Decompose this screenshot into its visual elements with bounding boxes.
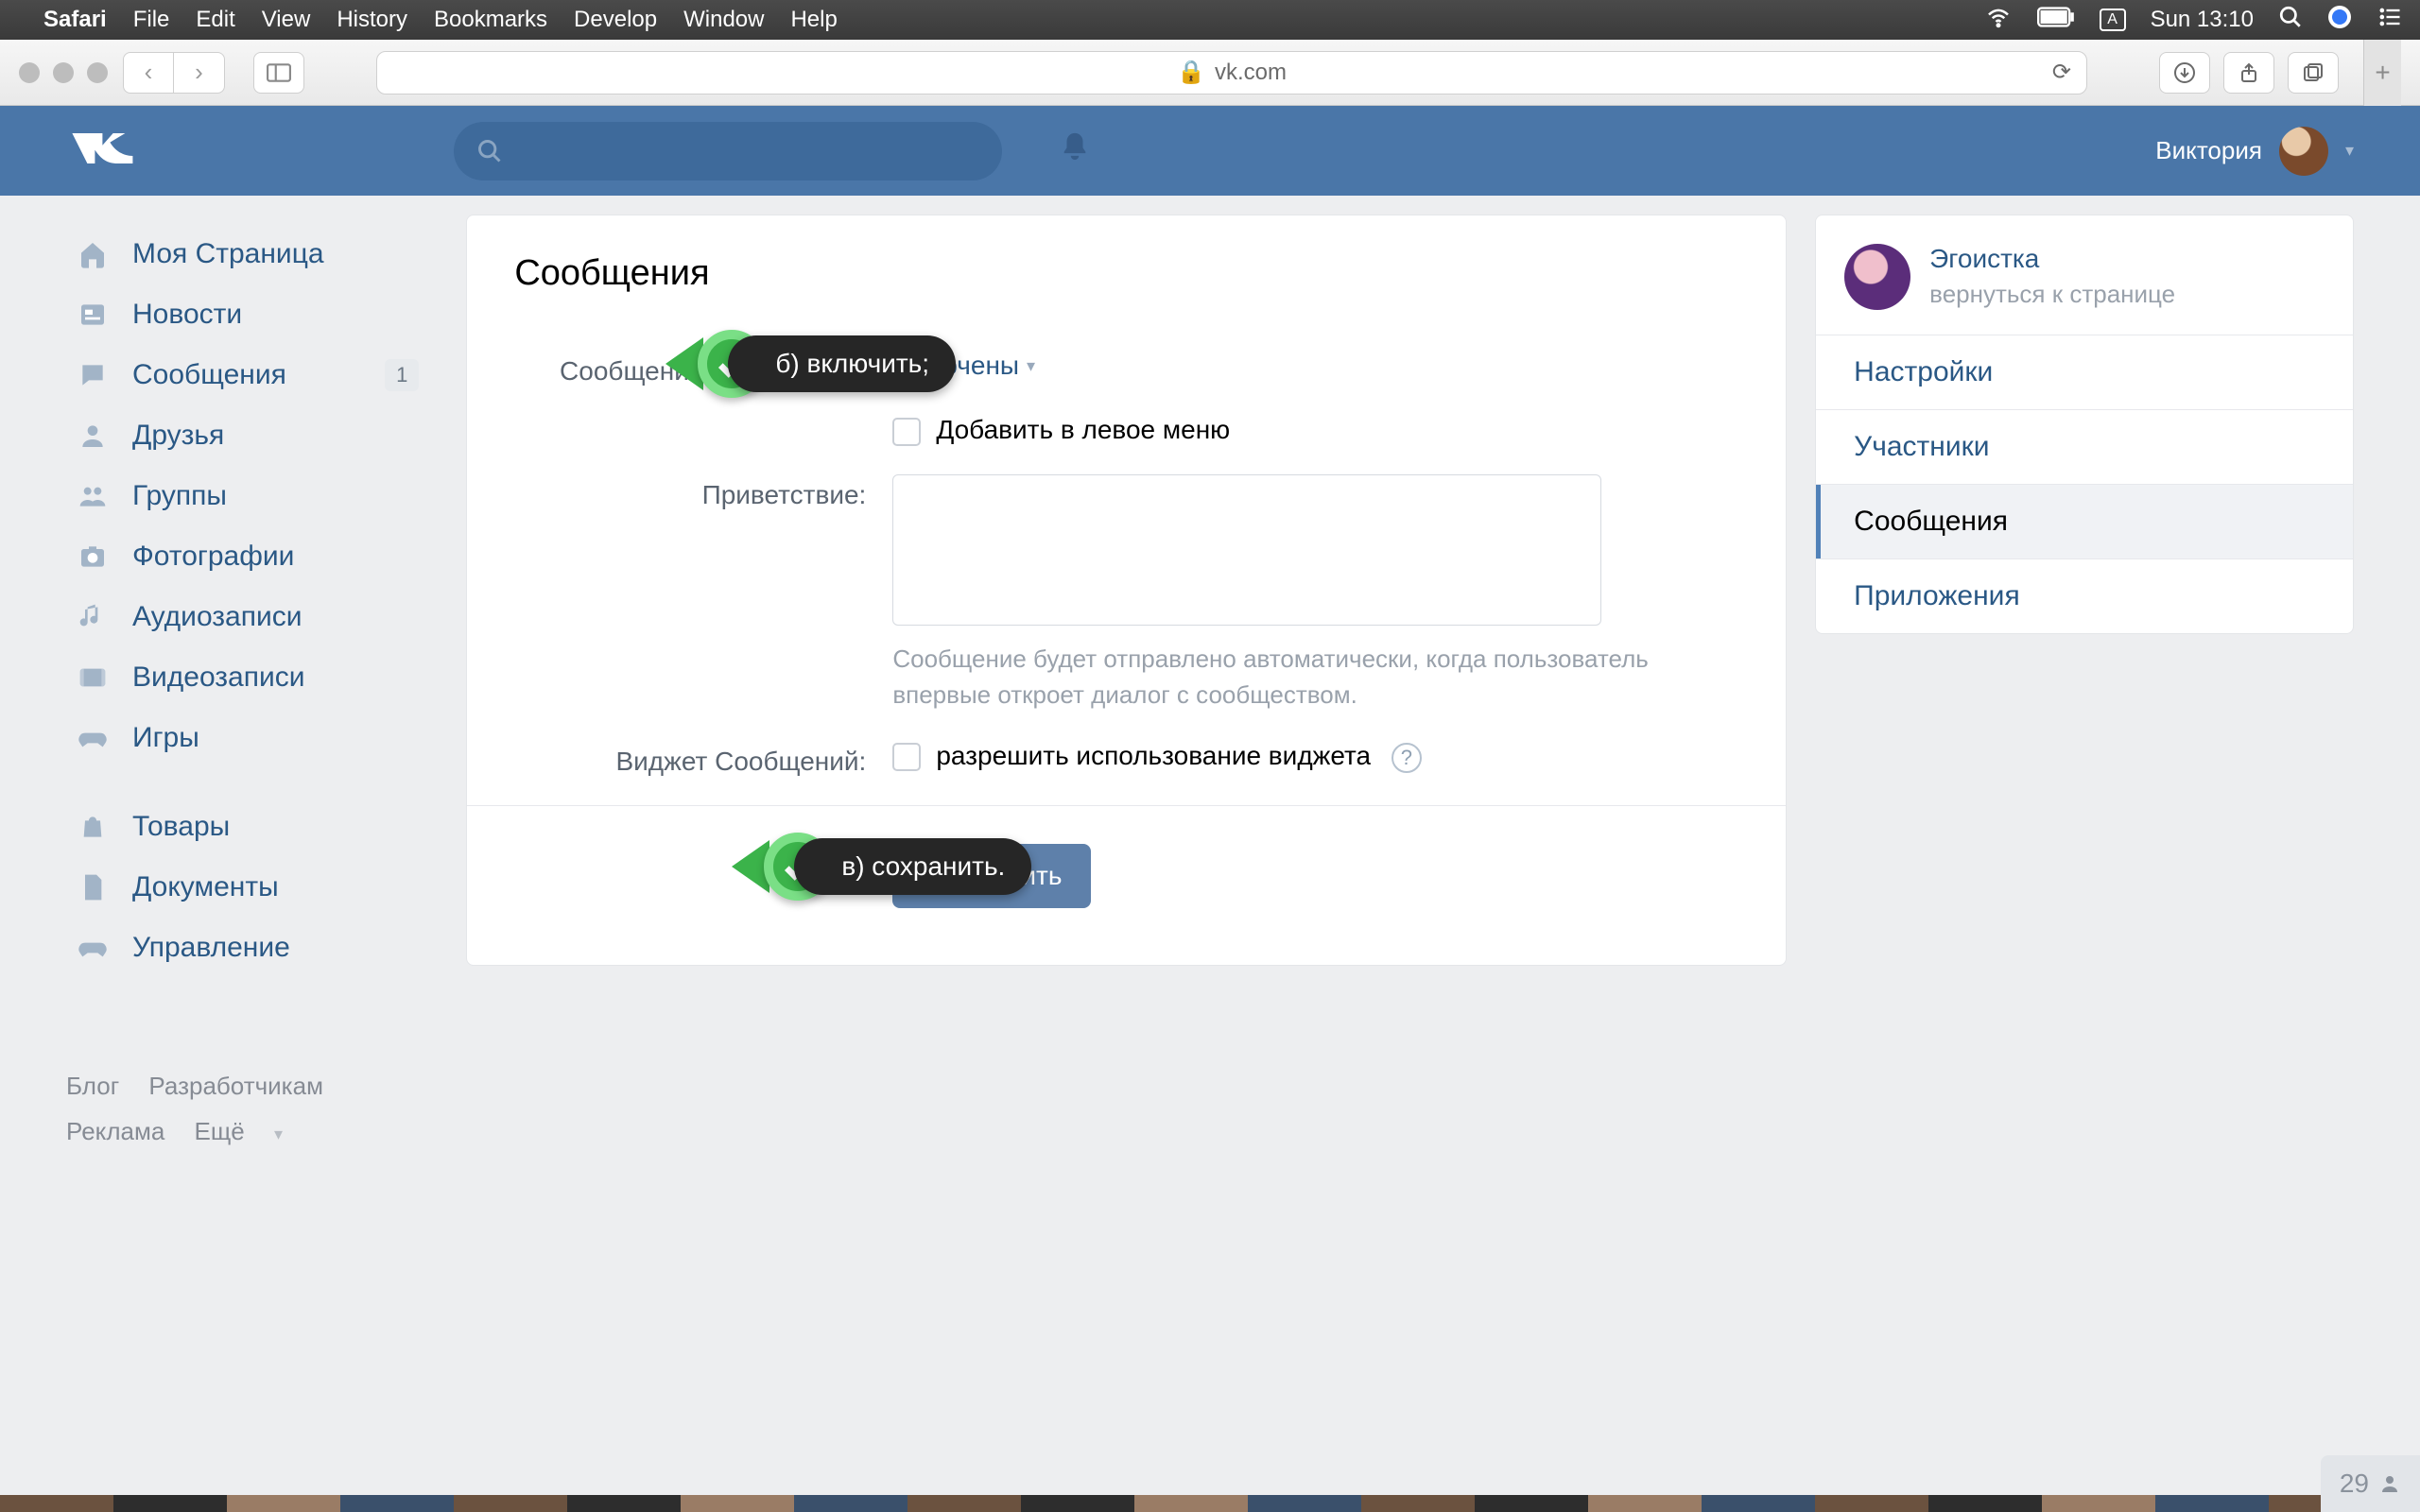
annotation-c: в) сохранить. [732, 833, 1031, 901]
footer-developers[interactable]: Разработчикам [148, 1072, 323, 1100]
url-field[interactable]: 🔒 vk.com ⟳ [376, 51, 2087, 94]
tabs-button[interactable] [2288, 52, 2339, 94]
user-name: Виктория [2155, 136, 2262, 165]
sidebar-item-members[interactable]: Участники [1816, 410, 2353, 484]
menu-history[interactable]: History [337, 7, 407, 33]
new-tab-button[interactable]: + [2363, 40, 2401, 106]
battery-icon[interactable] [2037, 7, 2075, 34]
photos-icon [76, 540, 110, 574]
menu-bookmarks[interactable]: Bookmarks [434, 7, 547, 33]
menu-view[interactable]: View [262, 7, 311, 33]
reload-icon[interactable]: ⟳ [2052, 59, 2071, 86]
online-count[interactable]: 29 [2321, 1455, 2420, 1512]
groups-icon [76, 479, 110, 513]
settings-content: Сообщения Сообщения сообщества: Включены… [466, 215, 1787, 966]
nav-games[interactable]: Игры [66, 708, 419, 768]
vk-logo[interactable] [66, 127, 142, 175]
macos-menubar: Safari File Edit View History Bookmarks … [0, 0, 2420, 40]
share-button[interactable] [2223, 52, 2274, 94]
page-title: Сообщения [514, 253, 1738, 294]
nav-market[interactable]: Товары [66, 797, 419, 857]
search-icon [476, 138, 503, 164]
app-name[interactable]: Safari [43, 7, 107, 33]
left-nav: Моя Страница Новости Сообщения1 Друзья Г… [66, 215, 419, 1512]
forward-button[interactable]: › [174, 52, 225, 94]
vk-header: Виктория ▾ [0, 106, 2420, 196]
messages-icon [76, 358, 110, 392]
chevron-down-icon: ▾ [2345, 141, 2354, 161]
nav-video[interactable]: Видеозаписи [66, 647, 419, 708]
sidebar-item-messages[interactable]: Сообщения [1816, 485, 2353, 558]
input-source-icon[interactable]: A [2100, 9, 2126, 31]
nav-news[interactable]: Новости [66, 284, 419, 345]
nav-my-page[interactable]: Моя Страница [66, 224, 419, 284]
docs-icon [76, 870, 110, 904]
nav-docs[interactable]: Документы [66, 857, 419, 918]
sidebar-item-apps[interactable]: Приложения [1816, 559, 2353, 633]
footer-more[interactable]: Ещё ▾ [195, 1117, 305, 1145]
community-title[interactable]: Эгоистка [1929, 244, 2175, 274]
lbl-widget: Виджет Сообщений: [514, 741, 892, 777]
spotlight-icon[interactable] [2278, 5, 2303, 36]
nav-audio[interactable]: Аудиозаписи [66, 587, 419, 647]
lock-icon: 🔒 [1177, 59, 1205, 86]
avatar [2279, 127, 2328, 176]
url-host: vk.com [1215, 60, 1287, 86]
home-icon [76, 237, 110, 271]
chevron-down-icon: ▾ [1027, 356, 1035, 376]
audio-icon [76, 600, 110, 634]
footer-ads[interactable]: Реклама [66, 1117, 164, 1145]
sidebar-button[interactable] [253, 52, 304, 94]
greeting-textarea[interactable] [892, 474, 1601, 626]
manage-icon [76, 931, 110, 965]
settings-sidebar: Эгоистка вернуться к странице Настройки … [1815, 215, 2354, 634]
notifications-icon[interactable] [1059, 130, 1091, 171]
messages-badge: 1 [385, 359, 419, 391]
menu-edit[interactable]: Edit [196, 7, 234, 33]
greeting-hint: Сообщение будет отправлено автоматически… [892, 641, 1649, 713]
thumbnail-strip [0, 1495, 2420, 1512]
user-menu[interactable]: Виктория ▾ [2155, 127, 2354, 176]
menu-help[interactable]: Help [790, 7, 837, 33]
nav-manage[interactable]: Управление [66, 918, 419, 978]
page-body: Моя Страница Новости Сообщения1 Друзья Г… [0, 196, 2420, 1512]
video-icon [76, 661, 110, 695]
community-back-link[interactable]: вернуться к странице [1929, 280, 2175, 309]
nav-messages[interactable]: Сообщения1 [66, 345, 419, 405]
clock[interactable]: Sun 13:10 [2151, 7, 2254, 33]
friends-icon [76, 419, 110, 453]
search-input[interactable] [454, 122, 1002, 180]
safari-toolbar: ‹ › 🔒 vk.com ⟳ + [0, 40, 2420, 106]
footer-links: Блог Разработчикам Реклама Ещё ▾ [66, 1063, 419, 1157]
menu-develop[interactable]: Develop [574, 7, 657, 33]
back-button[interactable]: ‹ [123, 52, 174, 94]
person-icon [2378, 1472, 2401, 1495]
widget-checkbox[interactable]: разрешить использование виджета [892, 741, 1371, 770]
window-controls[interactable] [19, 62, 108, 83]
nav-groups[interactable]: Группы [66, 466, 419, 526]
annotation-b: б) включить; [666, 330, 956, 398]
nav-friends[interactable]: Друзья [66, 405, 419, 466]
market-icon [76, 810, 110, 844]
nav-photos[interactable]: Фотографии [66, 526, 419, 587]
menu-file[interactable]: File [133, 7, 170, 33]
games-icon [76, 721, 110, 755]
wifi-icon[interactable] [1984, 3, 2013, 38]
footer-blog[interactable]: Блог [66, 1072, 119, 1100]
community-avatar [1844, 244, 1910, 310]
news-icon [76, 298, 110, 332]
downloads-button[interactable] [2159, 52, 2210, 94]
siri-icon[interactable] [2327, 5, 2352, 36]
help-icon[interactable]: ? [1392, 743, 1422, 773]
menu-window[interactable]: Window [683, 7, 764, 33]
sidebar-item-settings[interactable]: Настройки [1816, 335, 2353, 409]
add-left-menu-checkbox[interactable]: Добавить в левое меню [892, 415, 1230, 444]
lbl-greeting: Приветствие: [514, 474, 892, 510]
menu-extras-icon[interactable] [2377, 4, 2403, 37]
